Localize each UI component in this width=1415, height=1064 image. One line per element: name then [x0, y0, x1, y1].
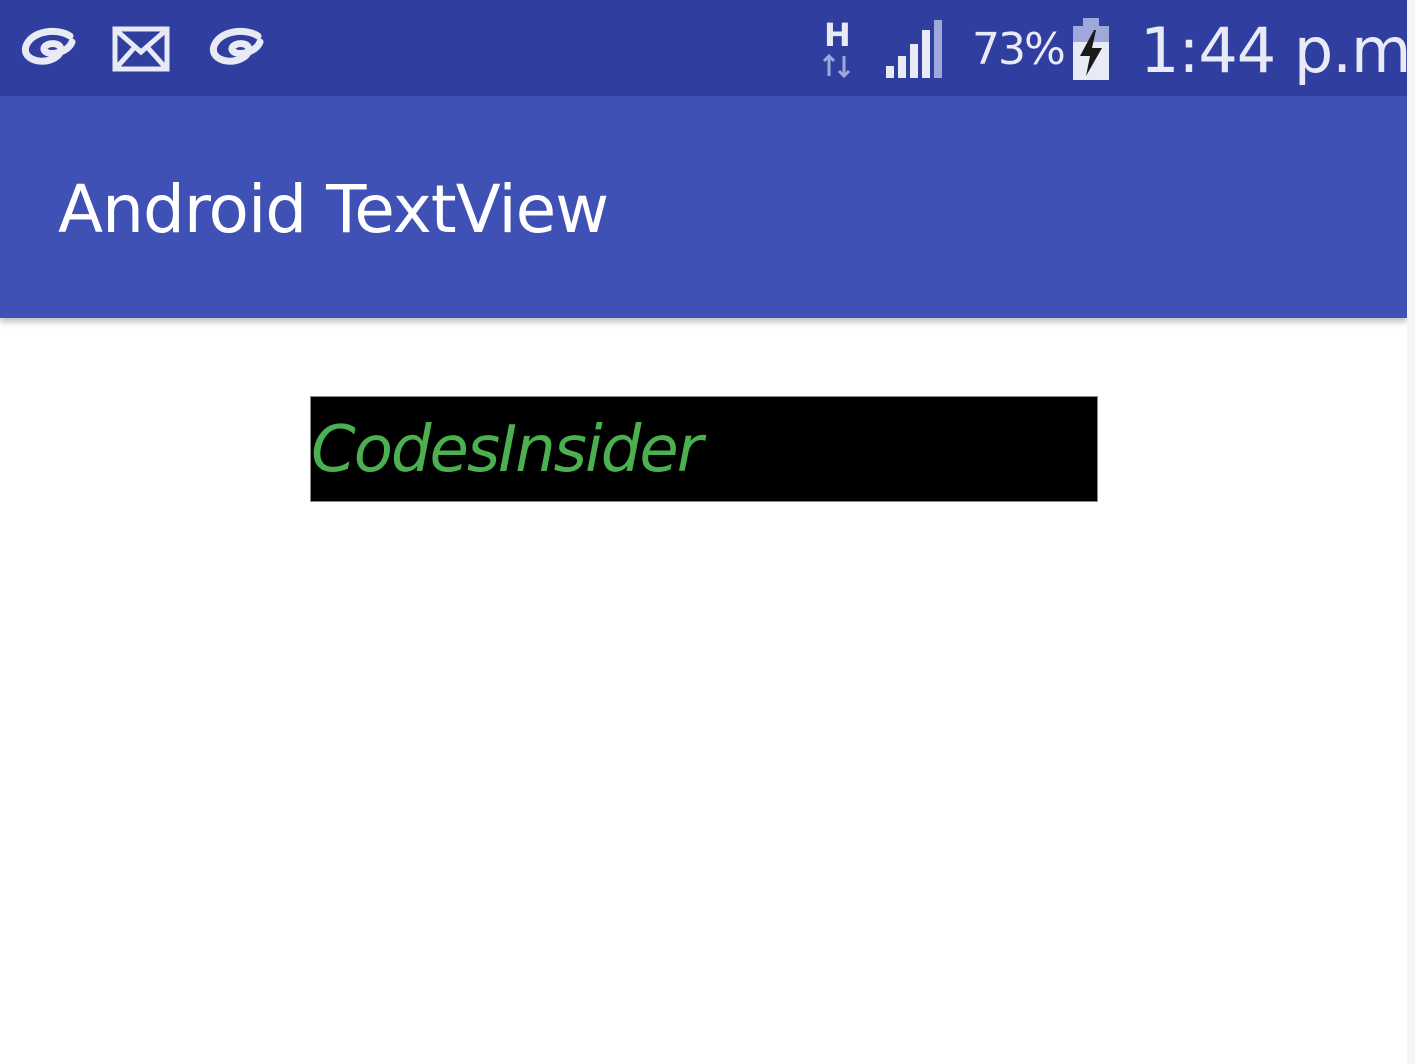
battery-percent: 73% — [972, 24, 1066, 75]
network-type-icon: H — [820, 14, 856, 84]
mail-icon — [112, 26, 170, 76]
signal-icon — [884, 18, 948, 84]
status-time: 1:44 p.m. — [1140, 14, 1415, 87]
screen-edge — [1407, 0, 1415, 1064]
phone-screen: H 73% 1:44 p.m. Android TextView CodesIn… — [0, 0, 1415, 1064]
swirl-icon — [18, 22, 78, 76]
text-view-label: CodesInsider — [311, 413, 703, 487]
battery-charging-icon — [1070, 16, 1112, 86]
text-view: CodesInsider — [310, 396, 1098, 502]
swirl-icon — [206, 22, 266, 76]
network-type-label: H — [824, 16, 851, 54]
status-bar: H 73% 1:44 p.m. — [0, 0, 1415, 96]
app-title: Android TextView — [58, 171, 609, 248]
